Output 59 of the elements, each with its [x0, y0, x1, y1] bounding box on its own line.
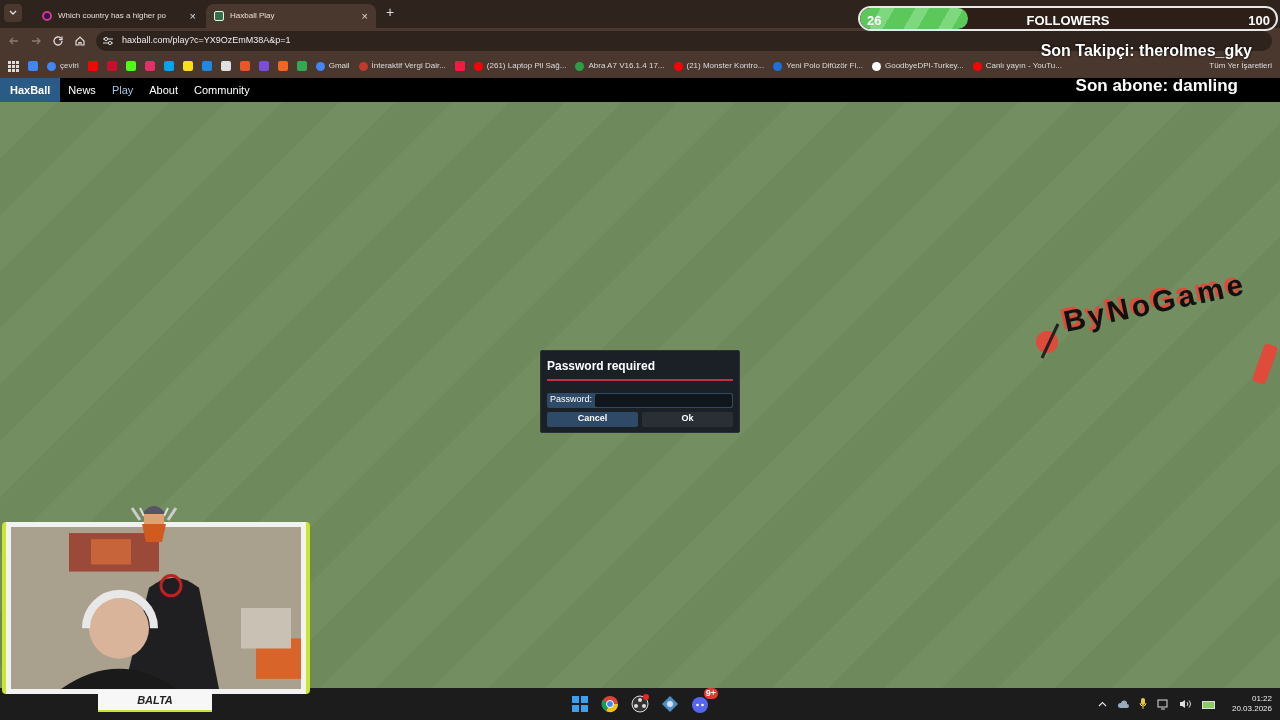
nav-link[interactable]: Play: [103, 78, 142, 102]
clock-date: 20.03.2026: [1231, 704, 1272, 714]
battery-icon[interactable]: [1201, 699, 1216, 709]
nav-link[interactable]: About: [141, 78, 187, 102]
clock-time: 01:22: [1251, 694, 1272, 704]
bookmark-icon[interactable]: [163, 61, 174, 71]
bookmark-link[interactable]: Yeni Polo Difüzör Fl...: [773, 60, 863, 72]
bookmark-link[interactable]: çeviri: [47, 60, 79, 72]
bookmark-link[interactable]: Abra A7 V16.1.4 17...: [575, 60, 665, 72]
forward-icon[interactable]: [30, 35, 42, 47]
network-icon[interactable]: [1156, 698, 1169, 710]
tab-list-button[interactable]: [4, 4, 22, 22]
dialog-title: Password required: [547, 357, 657, 375]
close-tab-icon[interactable]: ×: [189, 10, 196, 22]
cancel-button[interactable]: Cancel: [547, 411, 638, 427]
nav-link[interactable]: Community: [186, 78, 258, 102]
home-icon[interactable]: [74, 35, 86, 47]
windows-logo-icon[interactable]: [570, 694, 590, 714]
cloud-icon[interactable]: [1116, 699, 1129, 709]
bookmark-icon[interactable]: [125, 61, 136, 71]
bookmark-link[interactable]: Canlı yayın - YouTu...: [972, 60, 1062, 72]
microphone-icon[interactable]: [1138, 698, 1147, 710]
chevron-up-icon[interactable]: [1097, 701, 1107, 707]
url-text: haxball.com/play?c=YX9OzEmM38A&p=1: [122, 34, 291, 48]
bookmark-link[interactable]: (21) Monster Kontro...: [673, 60, 765, 72]
bookmark-link[interactable]: Gmail: [315, 60, 350, 72]
chevron-down-icon: [9, 10, 17, 16]
last-subscriber-text: Son abone: damling: [1075, 75, 1238, 97]
bookmark-icon[interactable]: [220, 61, 231, 71]
bookmark-icon[interactable]: [182, 61, 193, 71]
game-launcher-icon[interactable]: [660, 694, 680, 714]
bookmark-icon[interactable]: [296, 61, 307, 71]
back-icon[interactable]: [8, 35, 20, 47]
bookmark-link[interactable]: İnteraktif Vergi Dair...: [358, 60, 446, 72]
site-settings-icon[interactable]: [102, 35, 114, 47]
chat-app-icon[interactable]: [690, 694, 710, 714]
recorder-icon[interactable]: [630, 694, 650, 714]
site-favicon-icon: [42, 11, 52, 21]
bookmark-link[interactable]: (261) Laptop Pil Sağ...: [473, 60, 567, 72]
name-plate: BALTA: [98, 690, 212, 712]
reload-icon[interactable]: [52, 35, 64, 47]
all-bookmarks-link[interactable]: Tüm Yer İşaretleri: [1209, 60, 1272, 72]
browser-icon[interactable]: [600, 694, 620, 714]
bookmark-icon[interactable]: [277, 61, 288, 71]
ok-button[interactable]: Ok: [642, 411, 733, 427]
goal-target-count: 100: [1248, 12, 1270, 29]
goal-current-count: 26: [867, 12, 882, 29]
site-logo[interactable]: HaxBall: [0, 78, 61, 102]
new-tab-icon[interactable]: +: [386, 2, 395, 23]
bookmark-link[interactable]: GoodbyeDPI-Turkey...: [871, 60, 964, 72]
browser-tab[interactable]: Haxball Play ×: [206, 4, 376, 28]
goal-label: FOLLOWERS: [1025, 12, 1111, 29]
speaker-icon[interactable]: [1178, 699, 1192, 709]
browser-tab[interactable]: Which country has a higher po ×: [34, 4, 204, 28]
apps-grid-icon[interactable]: [8, 60, 19, 72]
nav-link[interactable]: News: [60, 78, 104, 102]
close-tab-icon[interactable]: ×: [361, 10, 368, 22]
notification-badge: 9+: [703, 688, 718, 699]
password-field[interactable]: Password:: [547, 392, 733, 408]
